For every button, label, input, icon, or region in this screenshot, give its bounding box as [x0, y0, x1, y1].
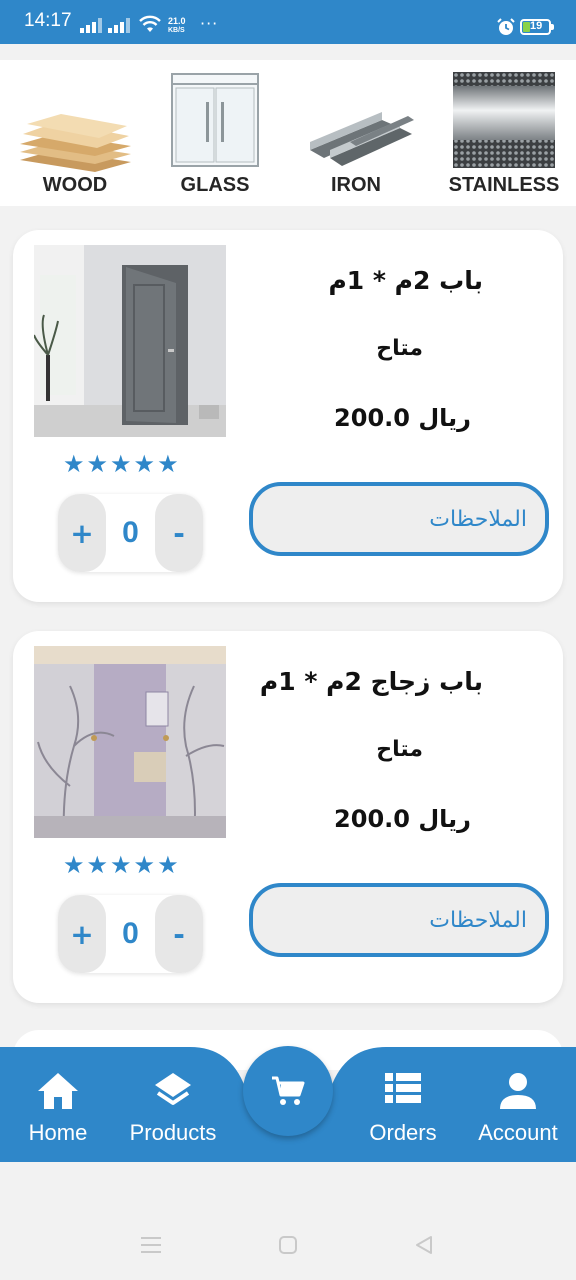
star-icon: ★ [86, 450, 109, 478]
status-time: 14:17 [24, 10, 72, 31]
iron-beams-image [310, 112, 414, 166]
frosted-glass-door-image[interactable] [34, 646, 226, 838]
stainless-steel-image [453, 72, 555, 168]
product-name: باب زجاج 2م * 1م [259, 667, 483, 696]
signal-icon [80, 17, 102, 33]
cart-icon [272, 1076, 305, 1105]
star-icon: ★ [110, 851, 132, 879]
category-wood[interactable]: WOOD [5, 60, 145, 206]
star-icon: ★ [63, 851, 85, 879]
grey-door-image[interactable] [34, 245, 226, 437]
category-glass[interactable]: GLASS [145, 60, 285, 206]
net-speed: 21.0 KB/S [168, 17, 186, 35]
decrease-quantity-button[interactable]: - [155, 895, 203, 973]
nav-products[interactable]: Products [118, 1047, 228, 1162]
more-notifications-icon: ··· [200, 14, 219, 33]
recent-apps-icon[interactable] [140, 1236, 162, 1254]
star-icon: ★ [86, 851, 109, 879]
product-card: باب 2م * 1م متاح 200.0 ريال ★ ★ ★ ★ ★ + 0 - … [13, 230, 563, 602]
availability-status: متاح [376, 737, 423, 762]
increase-quantity-button[interactable]: + [58, 895, 106, 973]
glass-door-image [171, 73, 259, 167]
product-card: باب زجاج 2م * 1م متاح 200.0 ريال ★ ★ ★ ★ ★ +… [13, 631, 563, 1003]
category-stainless[interactable]: STAINLESS [434, 60, 574, 206]
rating-stars: ★ ★ ★ ★ ★ [63, 452, 179, 476]
nav-label: Orders [369, 1120, 437, 1145]
wifi-icon [139, 15, 161, 32]
back-icon[interactable] [414, 1235, 434, 1255]
availability-status: متاح [376, 336, 423, 361]
home-system-icon[interactable] [278, 1235, 298, 1255]
battery-level: 19 [530, 20, 543, 32]
cart-button[interactable] [243, 1046, 333, 1136]
nav-account[interactable]: Account [466, 1047, 570, 1162]
rating-stars: ★ ★ ★ ★ ★ [63, 853, 179, 877]
list-icon [385, 1073, 421, 1103]
category-label: GLASS [180, 174, 250, 196]
increase-quantity-button[interactable]: + [58, 494, 106, 572]
star-icon: ★ [133, 851, 156, 879]
home-icon [38, 1073, 78, 1109]
quantity-value: 0 [122, 516, 139, 549]
star-icon: ★ [157, 851, 179, 879]
category-iron[interactable]: IRON [286, 60, 426, 206]
category-strip: WOOD GLASS IRON STAINLESS [0, 60, 576, 206]
alarm-icon [497, 18, 515, 35]
battery-icon: 19 [520, 19, 554, 35]
notes-button[interactable]: الملاحظات [249, 883, 549, 957]
wood-planks-image [20, 114, 131, 172]
layers-icon [155, 1073, 191, 1105]
star-icon: ★ [110, 450, 132, 478]
status-bar: 14:17 21.0 KB/S ··· 19 [0, 0, 576, 44]
quantity-stepper: + 0 - [58, 494, 203, 572]
category-label: WOOD [42, 174, 108, 196]
product-price: 200.0 ريال [334, 805, 471, 833]
star-icon: ★ [63, 450, 85, 478]
notes-button[interactable]: الملاحظات [249, 482, 549, 556]
nav-label: Products [129, 1120, 217, 1145]
star-icon: ★ [157, 450, 179, 478]
nav-orders[interactable]: Orders [360, 1047, 446, 1162]
signal-icon [108, 17, 130, 33]
net-speed-value: 21.0 [168, 16, 186, 26]
product-name: باب 2م * 1م [328, 266, 483, 295]
nav-label: Account [478, 1120, 558, 1145]
system-nav-bar [0, 1162, 576, 1280]
quantity-stepper: + 0 - [58, 895, 203, 973]
category-label: IRON [331, 174, 381, 196]
net-speed-unit: KB/S [168, 27, 185, 34]
product-price: 200.0 ريال [334, 404, 471, 432]
star-icon: ★ [133, 450, 156, 478]
nav-home[interactable]: Home [10, 1047, 106, 1162]
person-icon [500, 1073, 536, 1109]
quantity-value: 0 [122, 917, 139, 950]
decrease-quantity-button[interactable]: - [155, 494, 203, 572]
category-label: STAINLESS [448, 174, 560, 196]
nav-label: Home [28, 1120, 88, 1145]
